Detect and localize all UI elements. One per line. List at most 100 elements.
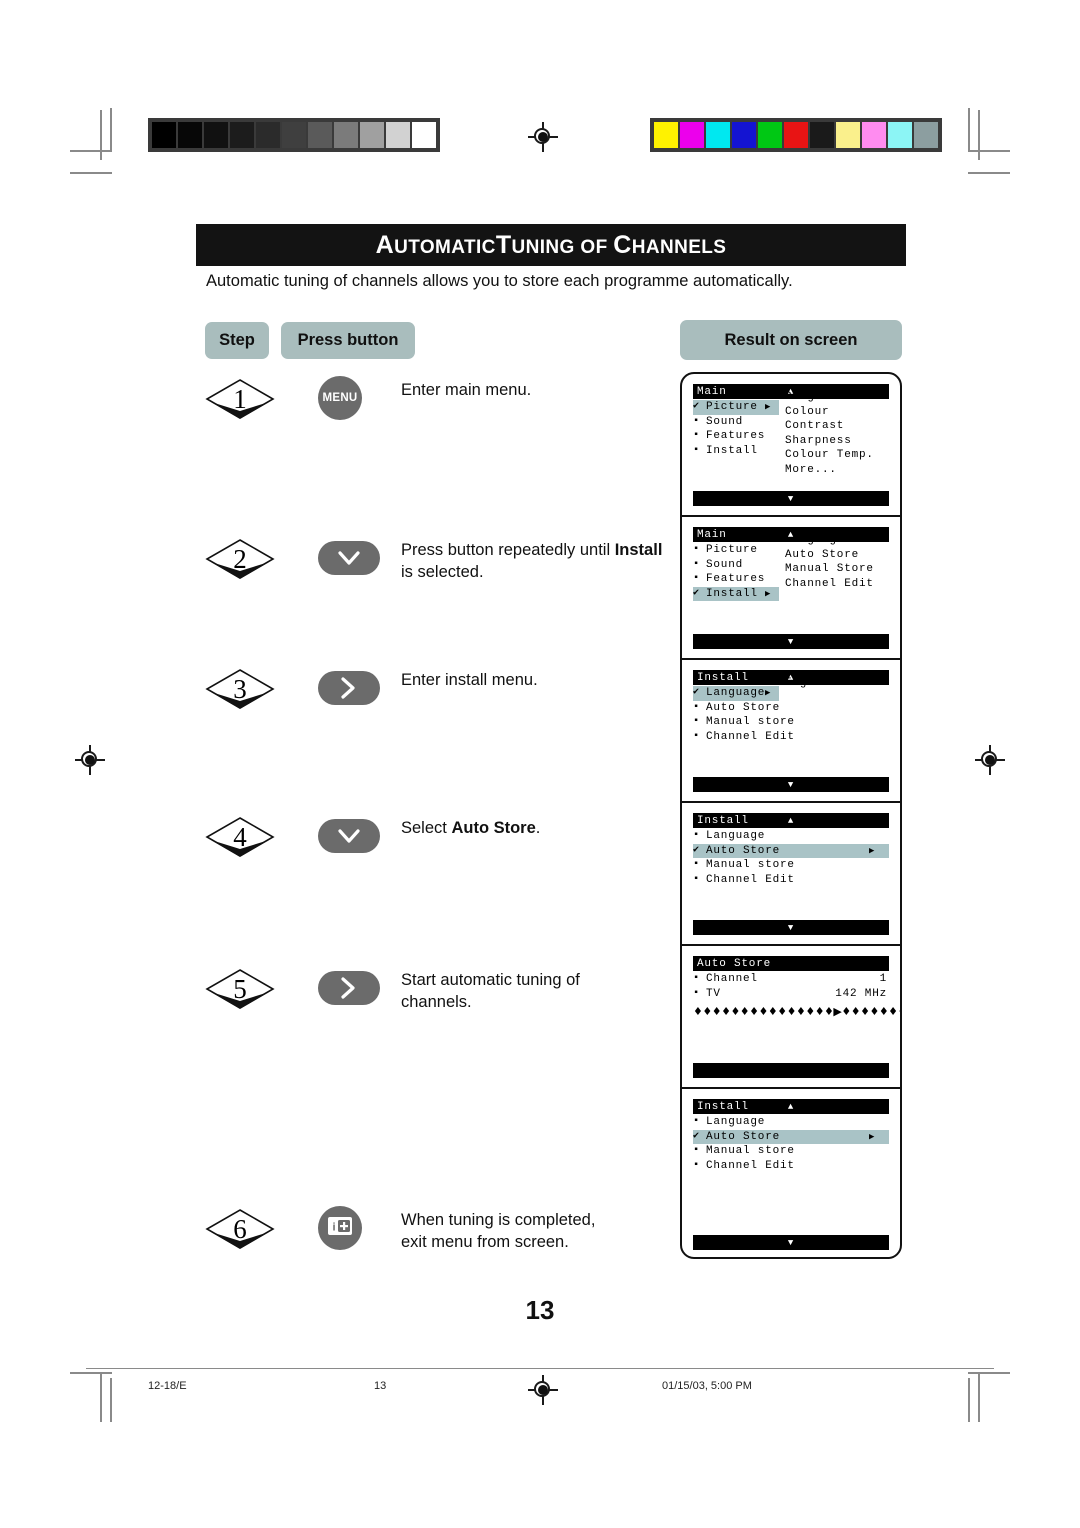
osd-menu-item[interactable]: ▪ Manual store xyxy=(693,858,889,873)
step-number-diamond: 3 xyxy=(205,668,275,710)
osd-menu-item[interactable]: ✔ Install ▶ xyxy=(693,586,779,601)
calibration-patch xyxy=(230,122,254,148)
osd-item-label: TV xyxy=(706,987,721,1000)
svg-text:i: i xyxy=(333,1221,336,1233)
osd-menu-item[interactable]: ▪ Language xyxy=(693,829,889,844)
footer-divider xyxy=(86,1368,994,1369)
menu-button[interactable]: MENU xyxy=(318,376,362,420)
osd-item-label: Features xyxy=(706,430,766,443)
osd-footer-bar: ▼ xyxy=(693,920,889,935)
calibration-patch xyxy=(680,122,704,148)
osd-submenu-item[interactable]: More... xyxy=(785,463,874,478)
cursor-down-button[interactable] xyxy=(318,541,380,575)
cursor-right-button[interactable] xyxy=(318,671,380,705)
osd-item-label: Picture xyxy=(706,401,758,414)
osd-item-value: 142 MHz xyxy=(835,987,887,1000)
calibration-patch xyxy=(732,122,756,148)
press-button-cell xyxy=(318,814,380,853)
osd-title-text: Main xyxy=(697,385,727,398)
osd-item-label: Language xyxy=(706,1116,766,1129)
osd-submenu-item[interactable]: Colour xyxy=(785,405,874,420)
osd-item-label: Language xyxy=(706,830,766,843)
osd-item-marker-icon: ▪ xyxy=(693,830,700,842)
osd-item-marker-icon: ▪ xyxy=(693,973,700,985)
osd-item-marker-icon: ✔ xyxy=(693,1130,700,1142)
crop-rule-left-outer xyxy=(100,110,102,160)
osd-submenu-item[interactable]: Channel Edit xyxy=(785,577,874,592)
osd-menu-body: ▪ Language ✔ Auto Store ▶ ▪ Manual store ▪ Chann… xyxy=(693,1115,889,1173)
osd-item-arrow-icon: ▶ xyxy=(869,1131,876,1142)
exit-menu-button[interactable]: i xyxy=(318,1206,362,1250)
crop-corner-tl-v xyxy=(110,108,112,152)
osd-menu-item[interactable]: ✔ Picture ▶ xyxy=(693,400,779,415)
osd-submenu-item[interactable]: Sharpness xyxy=(785,434,874,449)
osd-progress-bar: ♦♦♦♦♦♦♦♦♦♦♦♦♦♦♦▶♦♦♦♦♦♦♦♦♦♦♦♦♦♦♦♦ xyxy=(693,1005,900,1018)
osd-menu-body: ▪ Language ✔ Auto Store ▶ ▪ Manual store ▪ Chann… xyxy=(693,829,889,887)
osd-footer-bar xyxy=(693,1063,889,1078)
osd-submenu-item[interactable]: Colour Temp. xyxy=(785,448,874,463)
calibration-patch xyxy=(654,122,678,148)
osd-item-label: Language xyxy=(706,687,766,700)
osd-submenu-item[interactable]: Contrast xyxy=(785,419,874,434)
osd-title-text: Auto Store xyxy=(697,957,772,970)
osd-menu-item[interactable]: ▪ Channel Edit xyxy=(693,1159,889,1174)
calibration-patch xyxy=(810,122,834,148)
step-number-diamond: 1 xyxy=(205,378,275,420)
calibration-patch xyxy=(334,122,358,148)
cursor-down-button[interactable] xyxy=(318,819,380,853)
calibration-patch xyxy=(360,122,384,148)
footer-left: 12-18/E xyxy=(148,1380,187,1392)
cursor-right-button[interactable] xyxy=(318,971,380,1005)
chevron-down-icon xyxy=(334,822,364,850)
osd-menu-item[interactable]: ▪ Language xyxy=(693,1115,889,1130)
osd-menu-item[interactable]: ▪ Channel Edit xyxy=(693,873,889,888)
osd-item-label: Manual store xyxy=(706,716,795,729)
calibration-patch xyxy=(178,122,202,148)
osd-submenu-item[interactable]: Language xyxy=(785,533,874,548)
osd-title-bar: Install ▲ xyxy=(693,1099,889,1114)
osd-submenu-item[interactable]: Auto Store xyxy=(785,548,874,563)
step-description: When tuning is completed, exit menu from … xyxy=(401,1211,596,1251)
osd-item-label: Features xyxy=(706,573,766,586)
step-number-label: 1 xyxy=(233,383,247,414)
osd-submenu-item[interactable]: English xyxy=(785,676,837,691)
osd-item-label: Auto Store xyxy=(706,701,781,714)
osd-menu-item[interactable]: ▪ Manual store xyxy=(693,715,889,730)
osd-title-bar: Install ▲ xyxy=(693,813,889,828)
calibration-patch xyxy=(412,122,436,148)
osd-screen: Auto Store ▪ Channel 1 ▪ TV 142 MHz ♦♦♦♦♦♦♦♦♦♦♦… xyxy=(682,946,900,1089)
osd-menu-item[interactable]: ✔ Auto Store ▶ xyxy=(693,1129,889,1144)
osd-submenu-item[interactable]: Brightness xyxy=(785,390,874,405)
osd-menu-item[interactable]: ▪ TV 142 MHz xyxy=(693,987,889,1002)
osd-item-label: Manual store xyxy=(706,859,795,872)
calibration-patch xyxy=(204,122,228,148)
osd-item-marker-icon: ▪ xyxy=(693,859,700,871)
calibration-patch xyxy=(888,122,912,148)
crop-corner-tl-h xyxy=(70,150,112,152)
step-description: Start automatic tuning of channels. xyxy=(401,971,580,1011)
crop-corner-tl2-h xyxy=(70,172,112,174)
osd-menu-item[interactable]: ▪ Channel 1 xyxy=(693,972,889,987)
osd-item-arrow-icon: ▶ xyxy=(765,402,772,413)
osd-menu-item[interactable]: ▪ Manual store xyxy=(693,1144,889,1159)
page-number: 13 xyxy=(525,1295,555,1325)
osd-item-marker-icon: ✔ xyxy=(693,401,700,413)
caret-down-icon: ▼ xyxy=(787,493,795,504)
osd-item-value: 1 xyxy=(879,973,887,986)
crop-corner-tr-v xyxy=(968,108,970,152)
result-screens-panel: Main ▲ ✔ Picture ▶ ▪ Sound ▪ Features ▪ Install Bri… xyxy=(680,372,902,1259)
osd-item-marker-icon: ▪ xyxy=(693,1159,700,1171)
osd-menu-item[interactable]: ✔ Language ▶ xyxy=(693,686,779,701)
osd-item-label: Manual store xyxy=(706,1145,795,1158)
osd-menu-item[interactable]: ▪ Channel Edit xyxy=(693,730,889,745)
press-button-cell: i xyxy=(318,1206,362,1250)
osd-menu-item[interactable]: ▪ Auto Store xyxy=(693,701,889,716)
osd-item-label: Channel Edit xyxy=(706,873,795,886)
osd-submenu-column: Brightness Colour Contrast Sharpness Colour … xyxy=(785,390,874,477)
osd-menu-item[interactable]: ✔ Auto Store ▶ xyxy=(693,843,889,858)
osd-submenu-item[interactable]: Manual Store xyxy=(785,562,874,577)
osd-title-text: Install xyxy=(697,1100,749,1113)
chevron-right-icon xyxy=(334,674,364,702)
calibration-patch xyxy=(862,122,886,148)
calibration-patch xyxy=(308,122,332,148)
